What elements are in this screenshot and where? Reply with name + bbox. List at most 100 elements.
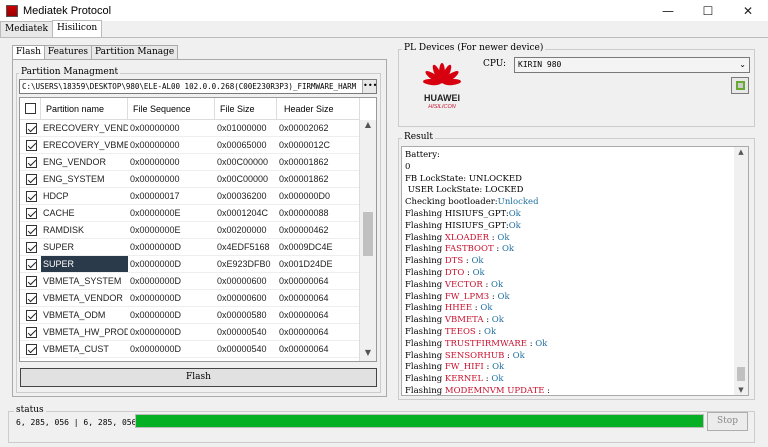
cell-partition-name[interactable]: VBMETA_HW_PRODUCT xyxy=(41,324,128,340)
cell-file-size[interactable]: 0x0001204C xyxy=(215,205,277,221)
cell-file-sequence[interactable]: 0x0000000D xyxy=(128,324,215,340)
cell-file-sequence[interactable]: 0x0000000D xyxy=(128,341,215,357)
row-checkbox[interactable] xyxy=(26,343,37,355)
cell-header-size[interactable]: 0x00000064 xyxy=(277,290,360,306)
result-scrollbar[interactable]: ▲ ▼ xyxy=(734,147,748,395)
table-row[interactable]: SUPER 0x0000000D 0xE923DFB0 0x001D24DE xyxy=(20,256,360,273)
cell-partition-name[interactable]: ERECOVERY_VBMETA xyxy=(41,137,128,153)
row-checkbox-cell[interactable] xyxy=(20,341,41,357)
table-row[interactable]: VBMETA_HW_PRODUCT0x0000000D0x000005400x0… xyxy=(20,324,360,341)
cell-file-sequence[interactable]: 0x0000000E xyxy=(128,205,215,221)
row-checkbox[interactable] xyxy=(26,241,37,253)
cell-partition-name[interactable]: ENG_VENDOR xyxy=(41,154,128,170)
tab-hisilicon[interactable]: Hisilicon xyxy=(51,20,103,38)
tab-partition-manage[interactable]: Partition Manage xyxy=(91,45,179,59)
table-row[interactable]: VBMETA_CUST 0x0000000D 0x00000540 0x0000006… xyxy=(20,341,360,358)
row-checkbox-cell[interactable] xyxy=(20,137,41,153)
table-row[interactable]: CACHE 0x0000000E 0x0001204C 0x00000088 xyxy=(20,205,360,222)
chevron-down-icon[interactable]: ⌄ xyxy=(739,58,746,72)
cell-header-size[interactable]: 0x00001862 xyxy=(277,154,360,170)
cell-header-size[interactable]: 0x00000064 xyxy=(277,358,360,361)
table-row[interactable]: ERECOVERY_VENDOR0x000000000x010000000x00… xyxy=(20,120,360,137)
cell-header-size[interactable]: 0x00000088 xyxy=(277,205,360,221)
cell-file-sequence[interactable]: 0x00000017 xyxy=(128,188,215,204)
cell-partition-name[interactable]: VBMETA_ODM xyxy=(41,307,128,323)
firmware-path-field[interactable]: C:\USERS\18359\DESKTOP\980\ELE-AL00 102.… xyxy=(19,79,377,94)
cell-partition-name[interactable]: VBMETA_PREAS xyxy=(41,358,128,361)
col-file-size[interactable]: File Size xyxy=(215,98,277,120)
cell-partition-name[interactable]: VBMETA_VENDOR xyxy=(41,290,128,306)
row-checkbox[interactable] xyxy=(26,190,37,202)
row-checkbox[interactable] xyxy=(26,224,37,236)
cell-header-size[interactable]: 0x0009DC4E xyxy=(277,239,360,255)
row-checkbox[interactable] xyxy=(26,122,37,134)
row-checkbox[interactable] xyxy=(26,207,37,219)
row-checkbox[interactable] xyxy=(26,292,37,304)
cell-partition-name[interactable]: RAMDISK xyxy=(41,222,128,238)
cell-header-size[interactable]: 0x00000064 xyxy=(277,273,360,289)
cell-file-sequence[interactable]: 0x00000000 xyxy=(128,171,215,187)
scroll-up-icon[interactable]: ▲ xyxy=(360,120,376,134)
cell-file-size[interactable]: 0x00000540 xyxy=(215,358,277,361)
table-row[interactable]: VBMETA_VENDOR 0x0000000D 0x00000600 0x00000… xyxy=(20,290,360,307)
cell-file-sequence[interactable]: 0x00000000 xyxy=(128,137,215,153)
row-checkbox[interactable] xyxy=(26,275,37,287)
row-checkbox-cell[interactable] xyxy=(20,324,41,340)
scroll-thumb[interactable] xyxy=(363,212,373,256)
cell-file-size[interactable]: 0x00036200 xyxy=(215,188,277,204)
row-checkbox-cell[interactable] xyxy=(20,273,41,289)
cell-file-size[interactable]: 0x00C00000 xyxy=(215,154,277,170)
cell-file-size[interactable]: 0x00000580 xyxy=(215,307,277,323)
cell-file-size[interactable]: 0x00000540 xyxy=(215,341,277,357)
select-all-checkbox[interactable] xyxy=(24,103,36,114)
cell-partition-name[interactable]: CACHE xyxy=(41,205,128,221)
minimize-button[interactable]: — xyxy=(648,0,688,21)
table-row[interactable]: VBMETA_SYSTEM 0x0000000D 0x00000600 0x00000… xyxy=(20,273,360,290)
row-checkbox-cell[interactable] xyxy=(20,188,41,204)
row-checkbox[interactable] xyxy=(26,360,37,361)
table-row[interactable]: VBMETA_ODM 0x0000000D 0x00000580 0x00000064 xyxy=(20,307,360,324)
row-checkbox[interactable] xyxy=(26,326,37,338)
cell-header-size[interactable]: 0x00002062 xyxy=(277,120,360,136)
table-row[interactable]: VBMETA_PREAS0x0000000D0x000005400x000000… xyxy=(20,358,360,361)
cell-header-size[interactable]: 0x0000012C xyxy=(277,137,360,153)
tab-features[interactable]: Features xyxy=(43,45,93,59)
row-checkbox-cell[interactable] xyxy=(20,239,41,255)
cell-partition-name[interactable]: HDCP xyxy=(41,188,128,204)
cell-header-size[interactable]: 0x00001862 xyxy=(277,171,360,187)
col-partition-name[interactable]: Partition name xyxy=(41,98,128,120)
row-checkbox-cell[interactable] xyxy=(20,307,41,323)
cell-file-sequence[interactable]: 0x0000000E xyxy=(128,222,215,238)
cell-file-sequence[interactable]: 0x0000000D xyxy=(128,358,215,361)
table-scrollbar[interactable]: ▲ ▼ xyxy=(359,120,376,361)
cell-file-sequence[interactable]: 0x00000000 xyxy=(128,120,215,136)
cell-header-size[interactable]: 0x00000064 xyxy=(277,307,360,323)
cell-file-size[interactable]: 0x4EDF5168 xyxy=(215,239,277,255)
scroll-thumb[interactable] xyxy=(737,367,745,381)
row-checkbox-cell[interactable] xyxy=(20,120,41,136)
row-checkbox[interactable] xyxy=(26,309,37,321)
row-checkbox[interactable] xyxy=(26,258,37,270)
cell-file-size[interactable]: 0x00000600 xyxy=(215,273,277,289)
cell-partition-name[interactable]: VBMETA_SYSTEM xyxy=(41,273,128,289)
row-checkbox-cell[interactable] xyxy=(20,222,41,238)
cell-file-size[interactable]: 0xE923DFB0 xyxy=(215,256,277,272)
table-row[interactable]: RAMDISK 0x0000000E 0x00200000 0x00000462 xyxy=(20,222,360,239)
row-checkbox-cell[interactable] xyxy=(20,358,41,361)
cell-file-sequence[interactable]: 0x0000000D xyxy=(128,290,215,306)
scroll-up-icon[interactable]: ▲ xyxy=(734,148,748,156)
browse-button[interactable]: ••• xyxy=(362,80,376,93)
cell-partition-name[interactable]: ERECOVERY_VENDOR xyxy=(41,120,128,136)
cell-partition-name[interactable]: VBMETA_CUST xyxy=(41,341,128,357)
table-row[interactable]: ENG_VENDOR 0x00000000 0x00C00000 0x00001862 xyxy=(20,154,360,171)
col-header-size[interactable]: Header Size xyxy=(277,98,360,120)
stop-button[interactable]: Stop xyxy=(707,412,748,431)
table-row[interactable]: SUPER 0x0000000D 0x4EDF5168 0x0009DC4E xyxy=(20,239,360,256)
cell-partition-name[interactable]: SUPER xyxy=(41,239,128,255)
col-file-sequence[interactable]: File Sequence xyxy=(128,98,215,120)
cell-header-size[interactable]: 0x001D24DE xyxy=(277,256,360,272)
close-button[interactable]: ✕ xyxy=(728,0,768,21)
cell-file-size[interactable]: 0x00200000 xyxy=(215,222,277,238)
cell-header-size[interactable]: 0x00000064 xyxy=(277,324,360,340)
row-checkbox-cell[interactable] xyxy=(20,256,41,272)
